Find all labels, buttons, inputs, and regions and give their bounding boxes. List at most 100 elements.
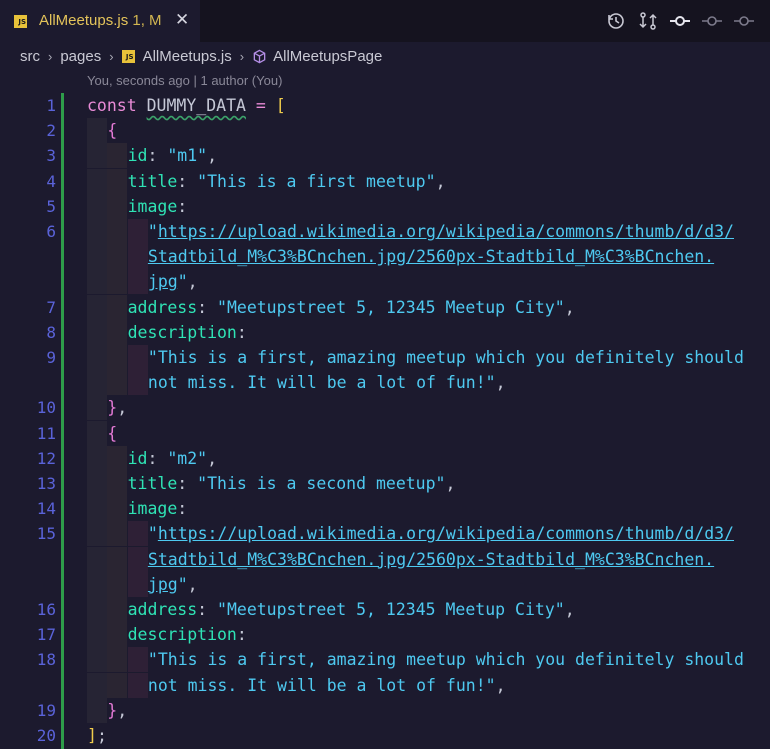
history-icon[interactable] xyxy=(604,9,628,33)
code-text: jpg", xyxy=(148,269,198,294)
indent-guide xyxy=(107,622,128,648)
next-change-icon[interactable] xyxy=(732,9,756,33)
indent-guide xyxy=(107,647,128,673)
code-token: , xyxy=(117,398,128,418)
code-line: "This is a first, amazing meetup which y… xyxy=(0,345,770,370)
code-token: : xyxy=(177,171,198,191)
code-token: "This is a first, amazing meetup which y… xyxy=(147,348,744,367)
code-text: image: xyxy=(128,496,188,521)
url-link[interactable]: jpg xyxy=(148,575,178,594)
code-text: "This is a first, amazing meetup which y… xyxy=(148,345,744,370)
indent-guide xyxy=(87,471,107,496)
javascript-file-icon: JS xyxy=(14,15,27,28)
url-link[interactable]: Stadtbild_M%C3%BCnchen.jpg/2560px-Stadtb… xyxy=(148,550,714,569)
git-blame-codelens[interactable]: You, seconds ago | 1 author (You) xyxy=(87,73,282,88)
breadcrumb-file[interactable]: JS AllMeetups.js xyxy=(121,47,232,65)
code-token: address xyxy=(127,600,198,619)
code-line: address: "Meetupstreet 5, 12345 Meetup C… xyxy=(0,597,770,622)
indent-guide xyxy=(107,269,128,295)
code-line: ]; xyxy=(0,723,770,748)
code-text: "https://upload.wikimedia.org/wikipedia/… xyxy=(148,521,734,546)
code-text: address: "Meetupstreet 5, 12345 Meetup C… xyxy=(128,295,575,320)
indent-guide xyxy=(107,571,128,597)
indent-guide xyxy=(87,496,107,522)
code-token: , xyxy=(187,574,198,594)
indent-guide xyxy=(127,521,148,547)
code-token: address xyxy=(127,297,198,317)
code-token: " xyxy=(147,222,158,241)
url-link[interactable]: Stadtbild_M%C3%BCnchen.jpg/2560px-Stadtb… xyxy=(148,247,714,266)
code-line: not miss. It will be a lot of fun!", xyxy=(0,370,770,396)
code-token: DUMMY_DATA xyxy=(146,96,246,115)
indent-guide xyxy=(87,521,107,547)
indent-guide xyxy=(87,445,107,471)
code-token: title xyxy=(127,171,178,191)
code-token: ] xyxy=(87,726,97,745)
close-icon[interactable]: ✕ xyxy=(175,10,189,30)
indent-guide xyxy=(127,647,148,673)
breadcrumb-file-label: AllMeetups.js xyxy=(142,47,232,65)
code-token: : xyxy=(177,196,188,216)
code-token: : xyxy=(147,146,168,166)
code-line: image: xyxy=(0,193,770,219)
git-commit-icon[interactable] xyxy=(668,9,692,33)
code-token: , xyxy=(187,272,198,292)
code-token: "This is a first, amazing meetup which y… xyxy=(147,650,744,670)
code-text: image: xyxy=(128,194,188,219)
url-link[interactable]: https://upload.wikimedia.org/wikipedia/c… xyxy=(158,524,734,543)
code-text: title: "This is a second meetup", xyxy=(128,471,456,496)
indent-guide xyxy=(87,571,107,597)
code-text: }, xyxy=(107,395,127,420)
indent-guide xyxy=(107,496,128,522)
code-text: not miss. It will be a lot of fun!", xyxy=(148,370,506,395)
indent-guide xyxy=(87,345,107,370)
indent-guide xyxy=(107,370,128,396)
code-text: "https://upload.wikimedia.org/wikipedia/… xyxy=(148,219,734,244)
code-text: id: "m2", xyxy=(128,446,217,471)
code-text: description: xyxy=(128,320,247,345)
code-text: title: "This is a first meetup", xyxy=(128,169,446,194)
code-token: : xyxy=(236,322,247,342)
code-token: } xyxy=(107,398,118,418)
code-line: "This is a first, amazing meetup which y… xyxy=(0,647,770,673)
indent-guide xyxy=(107,168,128,194)
breadcrumb-pages[interactable]: pages xyxy=(60,48,101,65)
code-token: : xyxy=(177,474,198,493)
code-line: { xyxy=(0,420,770,446)
indent-guide xyxy=(107,193,128,219)
code-line: image: xyxy=(0,496,770,522)
breadcrumb-symbol[interactable]: AllMeetupsPage xyxy=(252,48,382,65)
code-line: "https://upload.wikimedia.org/wikipedia/… xyxy=(0,521,770,547)
code-token: , xyxy=(117,700,128,720)
breadcrumb-src[interactable]: src xyxy=(20,48,40,65)
code-token: id xyxy=(127,448,148,468)
code-text: ]; xyxy=(87,723,107,748)
code-token: : xyxy=(236,625,247,645)
code-text: const DUMMY_DATA = [ xyxy=(87,93,286,118)
code-token: not miss. It will be a lot of fun!" xyxy=(147,675,496,695)
compare-changes-icon[interactable] xyxy=(636,9,660,33)
code-token: [ xyxy=(275,96,286,115)
indent-guide xyxy=(107,445,128,471)
tab-allmeetups[interactable]: JS AllMeetups.js 1, M ✕ xyxy=(0,0,200,43)
url-link[interactable]: jpg xyxy=(148,272,178,291)
code-text: }, xyxy=(107,698,127,723)
code-line: Stadtbild_M%C3%BCnchen.jpg/2560px-Stadtb… xyxy=(0,244,770,270)
indent-guide xyxy=(87,244,107,270)
code-token: "Meetupstreet 5, 12345 Meetup City" xyxy=(217,600,565,619)
indent-guide xyxy=(127,219,148,244)
indent-guide xyxy=(107,244,128,270)
indent-guide xyxy=(87,168,107,194)
indent-guide xyxy=(87,597,107,622)
code-token: title xyxy=(127,474,178,493)
javascript-file-icon: JS xyxy=(121,50,135,64)
code-line: address: "Meetupstreet 5, 12345 Meetup C… xyxy=(0,294,770,320)
indent-guide xyxy=(87,118,107,144)
indent-guide xyxy=(87,546,107,572)
code-editor[interactable]: 1 const DUMMY_DATA = [2{3 id: "m1", 4 title:… xyxy=(0,93,770,749)
indent-guide xyxy=(127,269,148,295)
previous-change-icon[interactable] xyxy=(700,9,724,33)
url-link[interactable]: https://upload.wikimedia.org/wikipedia/c… xyxy=(158,222,734,241)
code-token: { xyxy=(107,423,118,443)
code-line: id: "m1", xyxy=(0,143,770,169)
